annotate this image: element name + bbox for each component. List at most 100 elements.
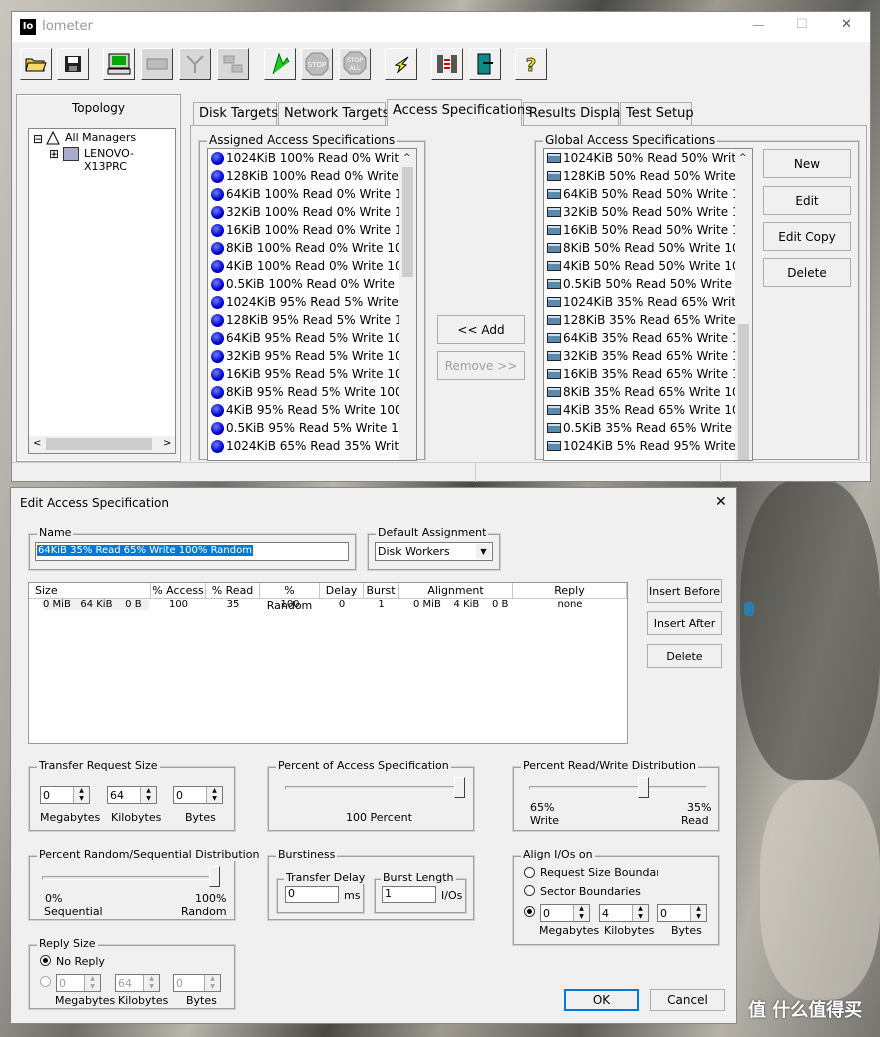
list-item[interactable]: 1024KiB 95% Read 5% Write [208,293,416,311]
percent-access-slider[interactable] [285,786,465,790]
scroll-up-icon[interactable]: ^ [403,153,411,163]
align-kb-stepper[interactable]: 4 ▲ ▼ [599,904,649,922]
align-b-stepper[interactable]: 0 ▲ ▼ [657,904,707,922]
vertical-scrollbar[interactable]: ^ [399,149,416,460]
align-mb-stepper[interactable]: 0 ▲ ▼ [540,904,590,922]
list-item[interactable]: 8KiB 35% Read 65% Write 10 [544,383,752,401]
scroll-left-icon[interactable]: < [33,438,41,449]
tab-test-setup[interactable]: Test Setup [620,102,694,125]
rw-slider-thumb[interactable] [637,777,649,798]
maximize-button[interactable]: ☐ [796,17,808,32]
exit-door-icon[interactable] [469,48,501,80]
transfer-b-stepper[interactable]: 0 ▲ ▼ [173,786,223,804]
scroll-up-icon[interactable]: ^ [739,153,747,163]
workers-icon[interactable] [431,48,463,80]
list-item[interactable]: 0.5KiB 35% Read 65% Write 1 [544,419,752,437]
col-burst[interactable]: Burst [364,583,399,599]
tree-expander-icon[interactable]: ⊞ [49,147,59,161]
list-item[interactable]: 1024KiB 5% Read 95% Write [544,437,752,455]
col-access[interactable]: % Access [151,583,206,599]
transfer-mb-stepper[interactable]: 0 ▲ ▼ [40,786,90,804]
list-item[interactable]: 0.5KiB 95% Read 5% Write 10 [208,419,416,437]
table-row[interactable]: 0 MiB 64 KiB 0 B 100 35 100 0 1 0 MiB 4 … [29,599,627,613]
delete-button[interactable]: Delete [763,258,851,287]
list-item[interactable]: 64KiB 100% Read 0% Write 10 [208,185,416,203]
dialog-close-button[interactable]: ✕ [715,494,727,510]
insert-before-button[interactable]: Insert Before [647,579,722,603]
no-reply-radio[interactable] [40,955,51,966]
edit-button[interactable]: Edit [763,186,851,215]
list-item[interactable]: 1024KiB 50% Read 50% Write [544,149,752,167]
tab-access-specifications[interactable]: Access Specifications [387,99,532,126]
align-custom-radio[interactable] [524,906,535,917]
list-item[interactable]: 4KiB 100% Read 0% Write 100 [208,257,416,275]
list-item[interactable]: 4KiB 35% Read 65% Write 10 [544,401,752,419]
random-slider-thumb[interactable] [209,866,220,887]
list-item[interactable]: 8KiB 50% Read 50% Write 10 [544,239,752,257]
transfer-delay-input[interactable]: 0 [285,886,339,903]
vertical-scrollbar[interactable]: ^ [735,149,752,460]
list-item[interactable]: 64KiB 95% Read 5% Write 10 [208,329,416,347]
scroll-right-icon[interactable]: > [163,438,171,449]
insert-after-button[interactable]: Insert After [647,611,722,635]
list-item[interactable]: 128KiB 95% Read 5% Write 10 [208,311,416,329]
computer-icon[interactable] [103,48,135,80]
horizontal-scrollbar[interactable]: < > [29,436,175,453]
list-item[interactable]: 16KiB 100% Read 0% Write 10 [208,221,416,239]
list-item[interactable]: 4KiB 50% Read 50% Write 10 [544,257,752,275]
list-item[interactable]: 128KiB 100% Read 0% Write [208,167,416,185]
reset-arrow-icon[interactable] [385,48,417,80]
tab-results-display[interactable]: Results Display [523,102,628,125]
scroll-thumb[interactable] [46,438,152,450]
col-random[interactable]: % Random [260,583,320,612]
dialog-delete-button[interactable]: Delete [647,644,722,668]
default-assignment-select[interactable]: Disk Workers ▼ [375,542,493,561]
col-delay[interactable]: Delay [320,583,364,599]
chevron-down-icon[interactable]: ▼ [476,544,491,559]
topology-tree[interactable]: ⊟ All Managers ⊞ LENOVO-X13PRC < > [28,128,176,454]
align-sector-radio[interactable] [524,885,535,896]
tab-network-targets[interactable]: Network Targets [278,102,389,125]
tab-disk-targets[interactable]: Disk Targets [193,102,278,125]
list-item[interactable]: 16KiB 95% Read 5% Write 10 [208,365,416,383]
list-item[interactable]: 32KiB 50% Read 50% Write 10 [544,203,752,221]
list-item[interactable]: 0.5KiB 50% Read 50% Write 1 [544,275,752,293]
list-item[interactable]: 8KiB 95% Read 5% Write 100 [208,383,416,401]
rw-slider[interactable] [529,786,707,790]
list-item[interactable]: 0.5KiB 100% Read 0% Write 1 [208,275,416,293]
col-reply[interactable]: Reply [513,583,627,599]
save-disk-icon[interactable] [57,48,89,80]
add-button[interactable]: << Add [437,315,525,344]
list-item[interactable]: 32KiB 100% Read 0% Write 10 [208,203,416,221]
cancel-button[interactable]: Cancel [650,989,725,1011]
list-item[interactable]: 64KiB 35% Read 65% Write 10 [544,329,752,347]
spec-table[interactable]: Size % Access % Read % Random Delay Burs… [28,582,628,744]
tree-expander-icon[interactable]: ⊟ [33,132,43,146]
minimize-button[interactable]: — [752,18,765,33]
col-size[interactable]: Size [29,583,151,599]
help-icon[interactable]: ? [515,48,547,80]
percent-access-thumb[interactable] [454,777,465,798]
list-item[interactable]: 16KiB 50% Read 50% Write 10 [544,221,752,239]
green-flag-icon[interactable] [264,48,296,80]
edit-copy-button[interactable]: Edit Copy [763,222,851,251]
global-list[interactable]: 1024KiB 50% Read 50% Write 128KiB 50% Rea… [543,148,753,461]
tree-item-lenovo[interactable]: LENOVO-X13PRC [84,147,175,173]
name-input[interactable]: 64KiB 35% Read 65% Write 100% Random [35,542,349,561]
ok-button[interactable]: OK [564,989,639,1011]
col-read[interactable]: % Read [206,583,260,599]
list-item[interactable]: 128KiB 50% Read 50% Write [544,167,752,185]
transfer-kb-stepper[interactable]: 64 ▲ ▼ [107,786,157,804]
list-item[interactable]: 16KiB 35% Read 65% Write 10 [544,365,752,383]
list-item[interactable]: 64KiB 50% Read 50% Write 10 [544,185,752,203]
list-item[interactable]: 32KiB 35% Read 65% Write 10 [544,347,752,365]
open-folder-icon[interactable] [20,48,52,80]
list-item[interactable]: 8KiB 100% Read 0% Write 100 [208,239,416,257]
col-alignment[interactable]: Alignment [399,583,513,599]
scroll-thumb[interactable] [402,167,413,277]
list-item[interactable]: 128KiB 35% Read 65% Write [544,311,752,329]
list-item[interactable]: 1024KiB 35% Read 65% Write [544,293,752,311]
random-slider[interactable] [42,876,220,880]
align-request-size-radio[interactable] [524,867,535,878]
scroll-thumb[interactable] [738,324,749,460]
